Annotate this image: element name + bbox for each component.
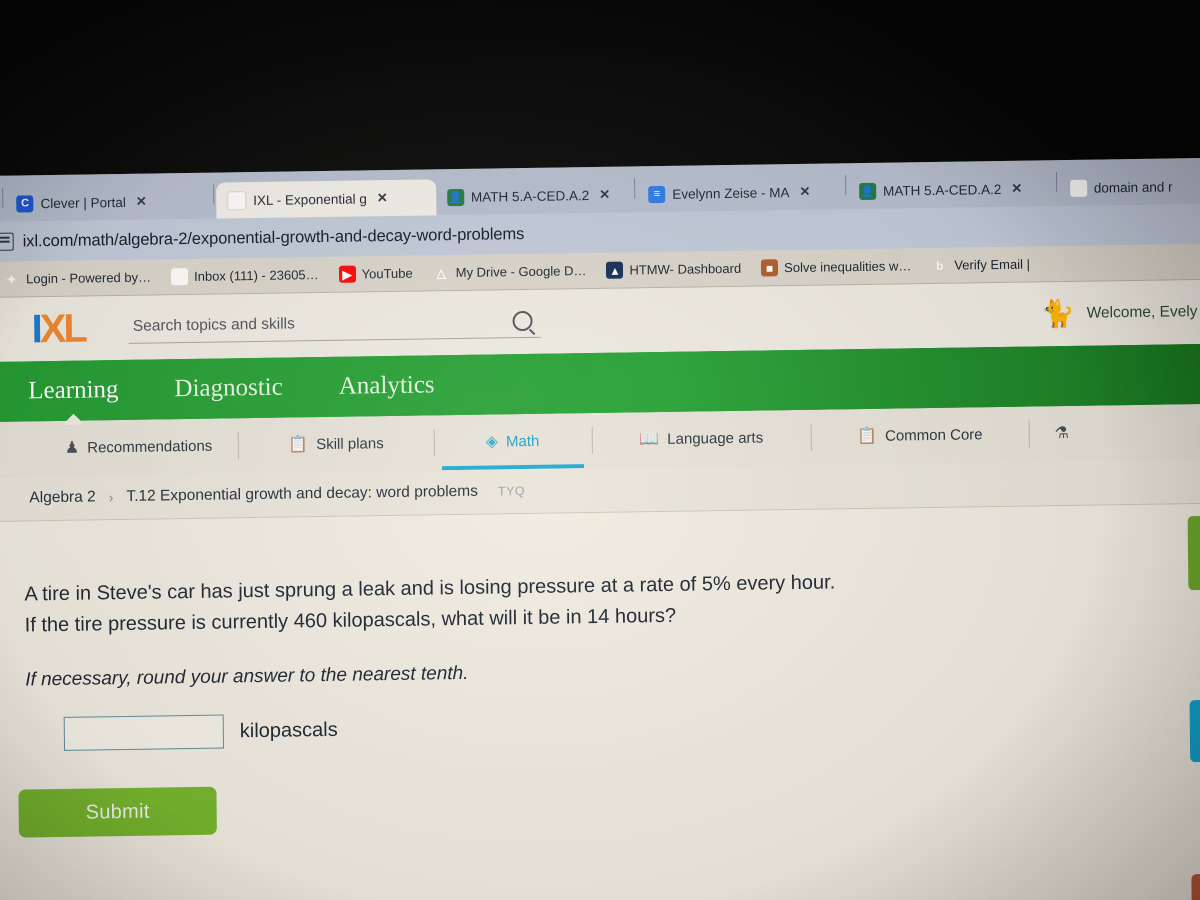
answer-row: kilopascals <box>26 700 1200 752</box>
question-panel: A tire in Steve's car has just sprung a … <box>0 503 1200 900</box>
tab-title: domain and r <box>1093 178 1173 196</box>
google-icon: G <box>1069 179 1087 197</box>
youtube-icon: ▶ <box>338 265 356 283</box>
rounding-instruction: If necessary, round your answer to the n… <box>25 662 469 691</box>
ixl-logo[interactable]: I XL <box>5 306 86 352</box>
page-info-icon[interactable] <box>0 232 14 251</box>
search-icon[interactable] <box>512 310 533 331</box>
sub-nav-label: Math <box>505 432 540 451</box>
sub-nav-skill-plans[interactable]: 📋 Skill plans <box>238 415 434 473</box>
sub-nav-label: Language arts <box>667 429 764 448</box>
bookmark-verify-email[interactable]: b Verify Email | <box>921 255 1040 274</box>
tab-divider <box>844 175 847 196</box>
solve-icon: ■ <box>761 259 779 277</box>
close-icon[interactable]: ✕ <box>599 187 610 203</box>
google-docs-icon: ≡ <box>648 185 666 203</box>
recommendations-icon: ♟ <box>64 439 80 457</box>
tab-title: MATH 5.A-CED.A.2 <box>470 187 590 205</box>
bookmark-youtube[interactable]: ▶ YouTube <box>329 265 423 283</box>
ixl-logo-xl: XL <box>39 306 86 352</box>
tab-divider <box>2 187 4 208</box>
bookmark-clever-login[interactable]: ✦ Login - Powered by… <box>0 268 161 287</box>
bookmark-solve-inequalities[interactable]: ■ Solve inequalities w… <box>751 257 921 277</box>
search-placeholder: Search topics and skills <box>132 314 295 335</box>
question-text: A tire in Steve's car has just sprung a … <box>24 564 1065 641</box>
bookmark-label: HTMW- Dashboard <box>629 260 742 278</box>
tab-divider <box>1055 172 1057 193</box>
sub-nav-language-arts[interactable]: 📖 Language arts <box>591 410 811 468</box>
breadcrumb-course[interactable]: Algebra 2 <box>29 488 96 507</box>
bookmark-label: Solve inequalities w… <box>784 258 912 276</box>
htmw-icon: ▴ <box>606 261 624 279</box>
skill-plans-icon: 📋 <box>288 435 309 454</box>
brainly-b-icon: b <box>936 258 944 273</box>
language-arts-book-icon: 📖 <box>639 430 660 448</box>
sub-nav-math[interactable]: ◈ Math <box>433 413 591 470</box>
url-text[interactable]: ixl.com/math/algebra-2/exponential-growt… <box>23 225 525 251</box>
tab-divider <box>634 178 636 199</box>
tab-title: Clever | Portal <box>40 194 126 211</box>
sub-nav-label: Recommendations <box>87 437 213 457</box>
clever-icon: C <box>16 194 34 213</box>
bookmark-label: Verify Email | <box>954 256 1031 273</box>
window-control-icon[interactable]: ‹ <box>0 193 1 222</box>
clever-login-icon: ✦ <box>6 272 17 287</box>
bookmark-htmw[interactable]: ▴ HTMW- Dashboard <box>596 260 751 279</box>
google-drive-icon: △ <box>436 265 446 280</box>
tab-title: IXL - Exponential g <box>253 190 367 208</box>
browser-tab-clever[interactable]: C Clever | Portal ✕ <box>5 183 211 222</box>
breadcrumb-badge: TYQ <box>497 484 526 499</box>
answer-unit-label: kilopascals <box>239 718 338 742</box>
close-icon[interactable]: ✕ <box>377 190 388 206</box>
sub-nav-common-core[interactable]: 📋 Common Core <box>811 407 1029 465</box>
bookmark-label: YouTube <box>361 265 413 282</box>
sub-nav-recommendations[interactable]: ♟ Recommendations <box>0 418 239 477</box>
browser-tab-docs[interactable]: ≡ Evelynn Zeise - MA ✕ <box>637 173 843 212</box>
google-classroom-icon: 👤 <box>858 182 877 200</box>
sub-nav-label: Common Core <box>884 426 983 445</box>
science-icon: ⚗ <box>1054 424 1070 442</box>
tab-title: MATH 5.A-CED.A.2 <box>882 181 1002 199</box>
chevron-right-icon: › <box>108 489 114 506</box>
nav-item-diagnostic[interactable]: Diagnostic <box>174 374 283 404</box>
rail-button-green[interactable] <box>1187 515 1200 591</box>
monitor-photo: ‹ C Clever | Portal ✕ IXL IXL - Exponent… <box>0 0 1200 900</box>
browser-tab-math-1[interactable]: 👤 MATH 5.A-CED.A.2 ✕ <box>436 176 633 215</box>
cat-avatar-icon[interactable]: 🐈 <box>1041 298 1075 328</box>
ixl-icon: IXL <box>227 190 247 210</box>
bookmark-label: Inbox (111) - 23605… <box>193 267 319 284</box>
bookmark-label: Login - Powered by… <box>26 269 152 287</box>
google-classroom-icon: 👤 <box>446 188 465 206</box>
bookmark-google-drive[interactable]: △ My Drive - Google D… <box>423 262 597 282</box>
bookmark-gmail[interactable]: M Inbox (111) - 23605… <box>161 266 329 286</box>
submit-button[interactable]: Submit <box>18 786 217 838</box>
close-icon[interactable]: ✕ <box>1011 181 1022 197</box>
sub-nav-science[interactable]: ⚗ <box>1028 405 1103 461</box>
bookmark-label: My Drive - Google D… <box>455 263 587 281</box>
browser-tab-ixl[interactable]: IXL IXL - Exponential g ✕ <box>216 179 437 219</box>
tab-divider <box>213 184 215 205</box>
math-diamond-icon: ◈ <box>485 432 499 451</box>
tab-title: Evelynn Zeise - MA <box>672 184 790 202</box>
nav-item-analytics[interactable]: Analytics <box>339 371 435 400</box>
gmail-icon: M <box>170 268 189 286</box>
breadcrumb-skill[interactable]: T.12 Exponential growth and decay: word … <box>126 483 478 506</box>
common-core-clipboard-icon: 📋 <box>857 427 878 445</box>
close-icon[interactable]: ✕ <box>799 184 810 200</box>
close-icon[interactable]: ✕ <box>136 194 147 210</box>
browser-tab-domain[interactable]: G domain and r <box>1059 168 1200 206</box>
browser-window: ‹ C Clever | Portal ✕ IXL IXL - Exponent… <box>0 157 1200 900</box>
nav-item-learning[interactable]: Learning <box>28 376 119 405</box>
sub-nav-label: Skill plans <box>316 435 384 454</box>
answer-input[interactable] <box>63 714 225 751</box>
browser-tab-math-2[interactable]: 👤 MATH 5.A-CED.A.2 ✕ <box>848 170 1054 209</box>
welcome-label: Welcome, Evely <box>1086 303 1198 322</box>
search-input[interactable]: Search topics and skills <box>128 306 541 344</box>
rail-button-red[interactable] <box>1191 873 1200 900</box>
account-area[interactable]: 🐈 Welcome, Evely <box>1041 298 1200 328</box>
